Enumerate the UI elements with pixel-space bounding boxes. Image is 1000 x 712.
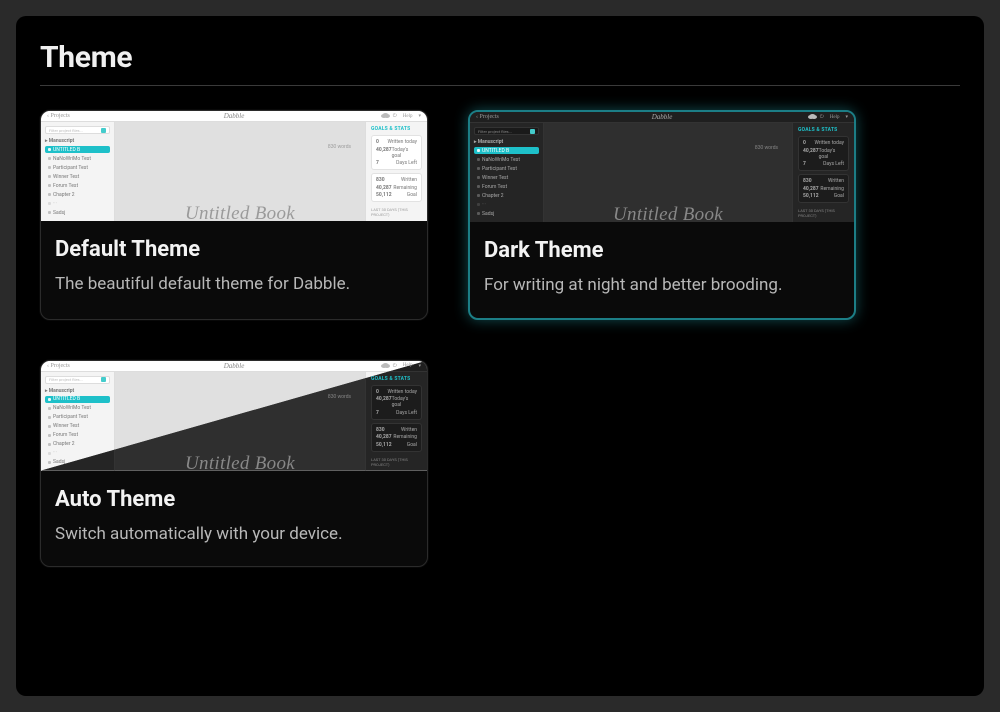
preview-editor: 830 words Untitled Book [115, 122, 365, 221]
preview-app-name: Dabble [224, 112, 245, 120]
theme-card-desc: The beautiful default theme for Dabble. [55, 272, 413, 297]
theme-preview-default: ‹ Projects Dabble ⏻Help ▾ Filter project… [41, 111, 427, 221]
theme-card-desc: For writing at night and better brooding… [484, 273, 840, 298]
theme-grid: ‹ Projects Dabble ⏻Help ▾ Filter project… [40, 110, 960, 567]
cloud-icon [808, 115, 814, 119]
preview-topbar-right: ⏻Help ▾ [381, 113, 421, 119]
theme-preview-dark: ‹ Projects Dabble ⏻Help ▾ Filter project… [470, 112, 854, 222]
theme-settings-panel: Theme ‹ Projects Dabble ⏻Help ▾ Filter p… [16, 16, 984, 696]
theme-card-title: Dark Theme [484, 238, 840, 263]
theme-card-desc: Switch automatically with your device. [55, 522, 413, 547]
cloud-icon [381, 114, 387, 118]
cloud-icon [381, 364, 387, 368]
preview-projects-label: ‹ Projects [47, 113, 70, 119]
theme-preview-auto: ‹ Projects Dabble ⏻Help ▾ Filter project… [41, 361, 427, 471]
divider [40, 85, 960, 86]
theme-card-default[interactable]: ‹ Projects Dabble ⏻Help ▾ Filter project… [40, 110, 428, 320]
theme-card-title: Auto Theme [55, 487, 413, 512]
theme-card-dark[interactable]: ‹ Projects Dabble ⏻Help ▾ Filter project… [468, 110, 856, 320]
theme-card-auto[interactable]: ‹ Projects Dabble ⏻Help ▾ Filter project… [40, 360, 428, 568]
section-title: Theme [40, 40, 960, 75]
preview-right-panel: GOALS & STATS 0Written today 40,287Today… [365, 122, 427, 221]
theme-card-title: Default Theme [55, 237, 413, 262]
preview-sidebar: Filter project files... ▸ Manuscript UNT… [41, 122, 115, 221]
